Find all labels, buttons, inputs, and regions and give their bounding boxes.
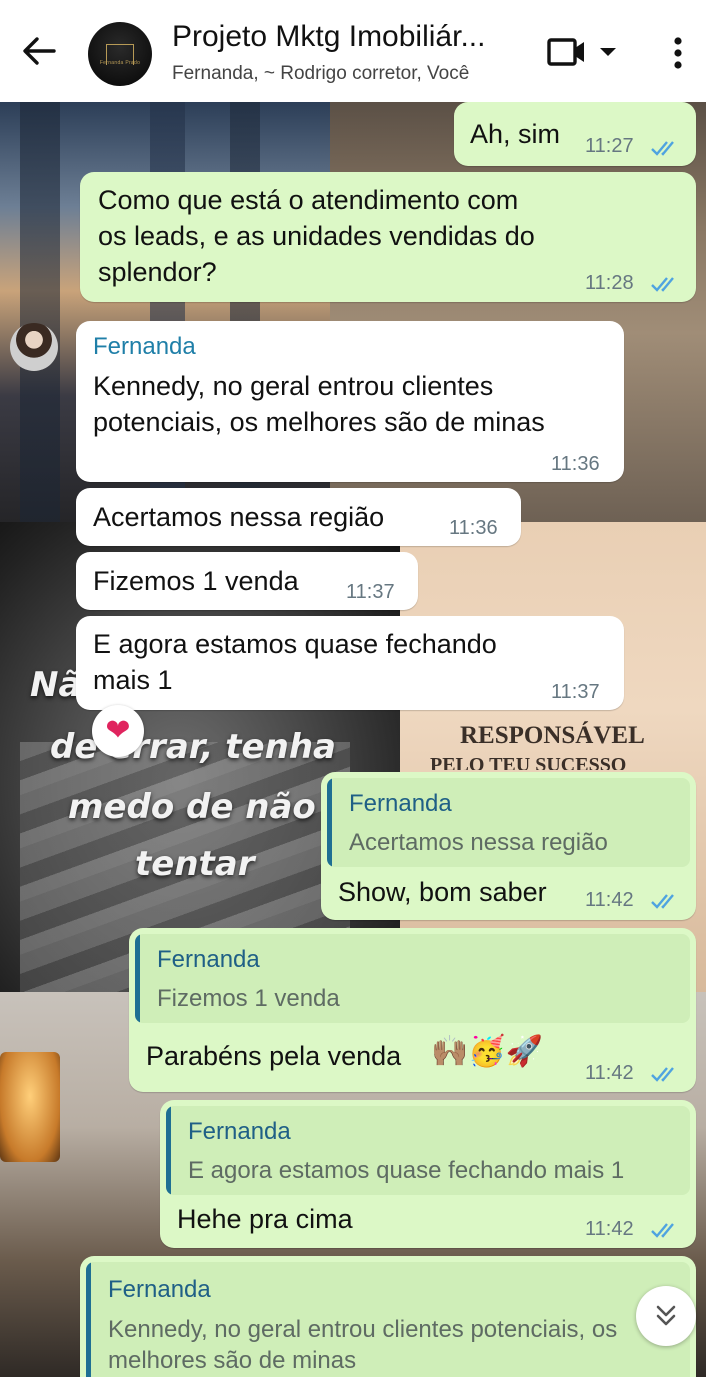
message-time: 11:37 [551,681,600,703]
wallpaper-lamp [0,1052,60,1162]
quoted-message[interactable]: Fernanda Kennedy, no geral entrou client… [86,1262,690,1377]
kebab-menu-icon [674,37,682,69]
read-ticks-icon [651,1067,674,1082]
message-text: Fizemos 1 venda [93,566,299,596]
message-text: Hehe pra cima [177,1204,353,1234]
quoted-sender: Fernanda [108,1276,211,1303]
message-time: 11:28 [585,272,634,294]
message-text: E agora estamos quase fechando mais 1 [93,629,497,695]
message-time: 11:37 [346,581,395,603]
group-avatar[interactable]: Fernanda Prado [88,22,152,86]
dropdown-caret-icon [600,48,616,56]
message-text: Kennedy, no geral entrou clientes potenc… [93,371,545,437]
quoted-text: Fizemos 1 venda [157,985,340,1012]
scroll-to-bottom-button[interactable] [636,1286,696,1346]
fernanda-avatar[interactable] [10,323,58,371]
quoted-sender: Fernanda [188,1118,291,1145]
wallpaper-quote-line-3: medo de não [68,787,316,827]
quoted-message[interactable]: Fernanda Fizemos 1 venda [135,934,690,1023]
outgoing-reply-message[interactable]: Fernanda Fizemos 1 venda Parabéns pela v… [129,928,696,1092]
incoming-message[interactable]: Fizemos 1 venda 11:37 [76,552,418,610]
more-options-button[interactable] [660,30,696,76]
celebration-emojis: 🙌🏽🥳🚀 [431,1034,544,1069]
message-text: Ah, sim [470,119,561,149]
quote-bar [86,1262,91,1377]
wallpaper-quote-line-4: tentar [135,844,255,884]
sender-name[interactable]: Fernanda [93,333,196,361]
outgoing-reply-message[interactable]: Fernanda Kennedy, no geral entrou client… [80,1256,696,1377]
heart-icon: ❤ [105,713,131,748]
incoming-message[interactable]: E agora estamos quase fechando mais 1 11… [76,616,624,710]
quote-bar [135,934,140,1023]
outgoing-message[interactable]: Como que está o atendimento com os leads… [80,172,696,302]
quoted-message[interactable]: Fernanda Acertamos nessa região [327,778,690,867]
double-chevron-down-icon [656,1305,676,1326]
quoted-text: Acertamos nessa região [349,829,608,856]
video-call-button[interactable] [546,34,622,74]
wallpaper-banner-line-1: RESPONSÁVEL [460,722,645,749]
message-time: 11:42 [585,889,634,911]
wallpaper-quote-line-1: Nã [30,665,82,705]
quoted-text: Kennedy, no geral entrou clientes potenc… [108,1316,618,1374]
message-text: Acertamos nessa região [93,502,385,532]
reaction-badge[interactable]: ❤ [92,705,144,757]
back-arrow-icon[interactable] [18,30,60,72]
read-ticks-icon [651,141,674,156]
outgoing-message[interactable]: Ah, sim 11:27 [454,102,696,166]
group-participants: Fernanda, ~ Rodrigo corretor, Você [172,63,470,84]
message-time: 11:27 [585,135,634,157]
incoming-message[interactable]: Acertamos nessa região 11:36 [76,488,521,546]
incoming-message[interactable]: Fernanda Kennedy, no geral entrou client… [76,321,624,482]
quoted-message[interactable]: Fernanda E agora estamos quase fechando … [166,1106,690,1195]
outgoing-reply-message[interactable]: Fernanda E agora estamos quase fechando … [160,1100,696,1248]
message-text: Parabéns pela venda [146,1041,402,1071]
quoted-text: E agora estamos quase fechando mais 1 [188,1157,625,1184]
group-title[interactable]: Projeto Mktg Imobiliár... [172,20,532,54]
avatar-logo-text: Fernanda Prado [99,60,141,66]
message-text: Show, bom saber [338,877,547,907]
read-ticks-icon [651,1223,674,1238]
quoted-sender: Fernanda [349,790,452,817]
chat-area[interactable]: Nã de errar, tenha medo de não tentar RE… [0,102,706,1377]
message-time: 11:42 [585,1218,634,1240]
wallpaper-banner-line-2: PELO TEU SUCESSO [430,754,627,770]
quote-bar [327,778,332,867]
message-time: 11:36 [449,517,498,539]
video-camera-icon [547,38,616,66]
chat-header: Fernanda Prado Projeto Mktg Imobiliár...… [0,0,706,102]
outgoing-reply-message[interactable]: Fernanda Acertamos nessa região Show, bo… [321,772,696,920]
quoted-sender: Fernanda [157,946,260,973]
read-ticks-icon [651,277,674,292]
read-ticks-icon [651,894,674,909]
message-time: 11:36 [551,453,600,475]
quote-bar [166,1106,171,1195]
message-text: Como que está o atendimento com os leads… [98,185,535,287]
message-time: 11:42 [585,1062,634,1084]
